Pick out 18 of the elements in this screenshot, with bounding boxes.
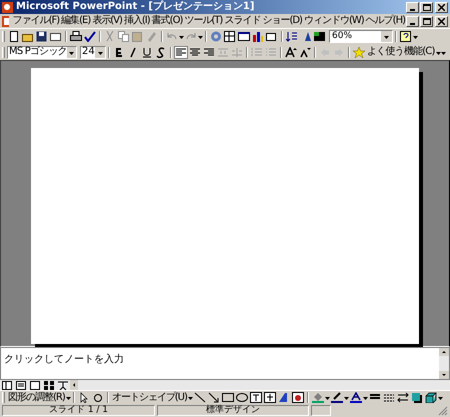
menu-item[interactable]: 編集(E) xyxy=(60,16,92,26)
common-tasks-button[interactable]: よく使う機能(C) xyxy=(366,47,436,57)
menu-item[interactable]: ウィンドウ(W) xyxy=(302,16,365,26)
window-title: Microsoft PowerPoint - [プレゼンテーション1] xyxy=(16,2,256,12)
menu-item[interactable]: 表示(V) xyxy=(91,16,123,26)
autoshapes-button[interactable]: オートシェイプ(U) xyxy=(110,392,188,402)
menu-item[interactable]: スライド ショー(D) xyxy=(223,16,303,26)
menu-item[interactable]: 挿入(I) xyxy=(122,16,151,26)
font-size-field[interactable]: 24 xyxy=(80,46,106,58)
font-name-field[interactable]: MS Pゴシック xyxy=(7,46,77,58)
menu-item[interactable]: ツール(T) xyxy=(183,16,224,26)
status-slide-number: スライド 1 / 1 xyxy=(2,405,155,416)
menu-item[interactable]: ファイル(F) xyxy=(12,16,60,26)
zoom-field[interactable]: 60% xyxy=(329,30,393,43)
status-design-name: 標準デザイン xyxy=(157,405,309,416)
menu-item[interactable]: ヘルプ(H) xyxy=(364,16,406,26)
draw-menu-button[interactable]: 図形の調整(R) xyxy=(7,392,66,402)
menu-item[interactable]: 書式(O) xyxy=(150,16,184,26)
